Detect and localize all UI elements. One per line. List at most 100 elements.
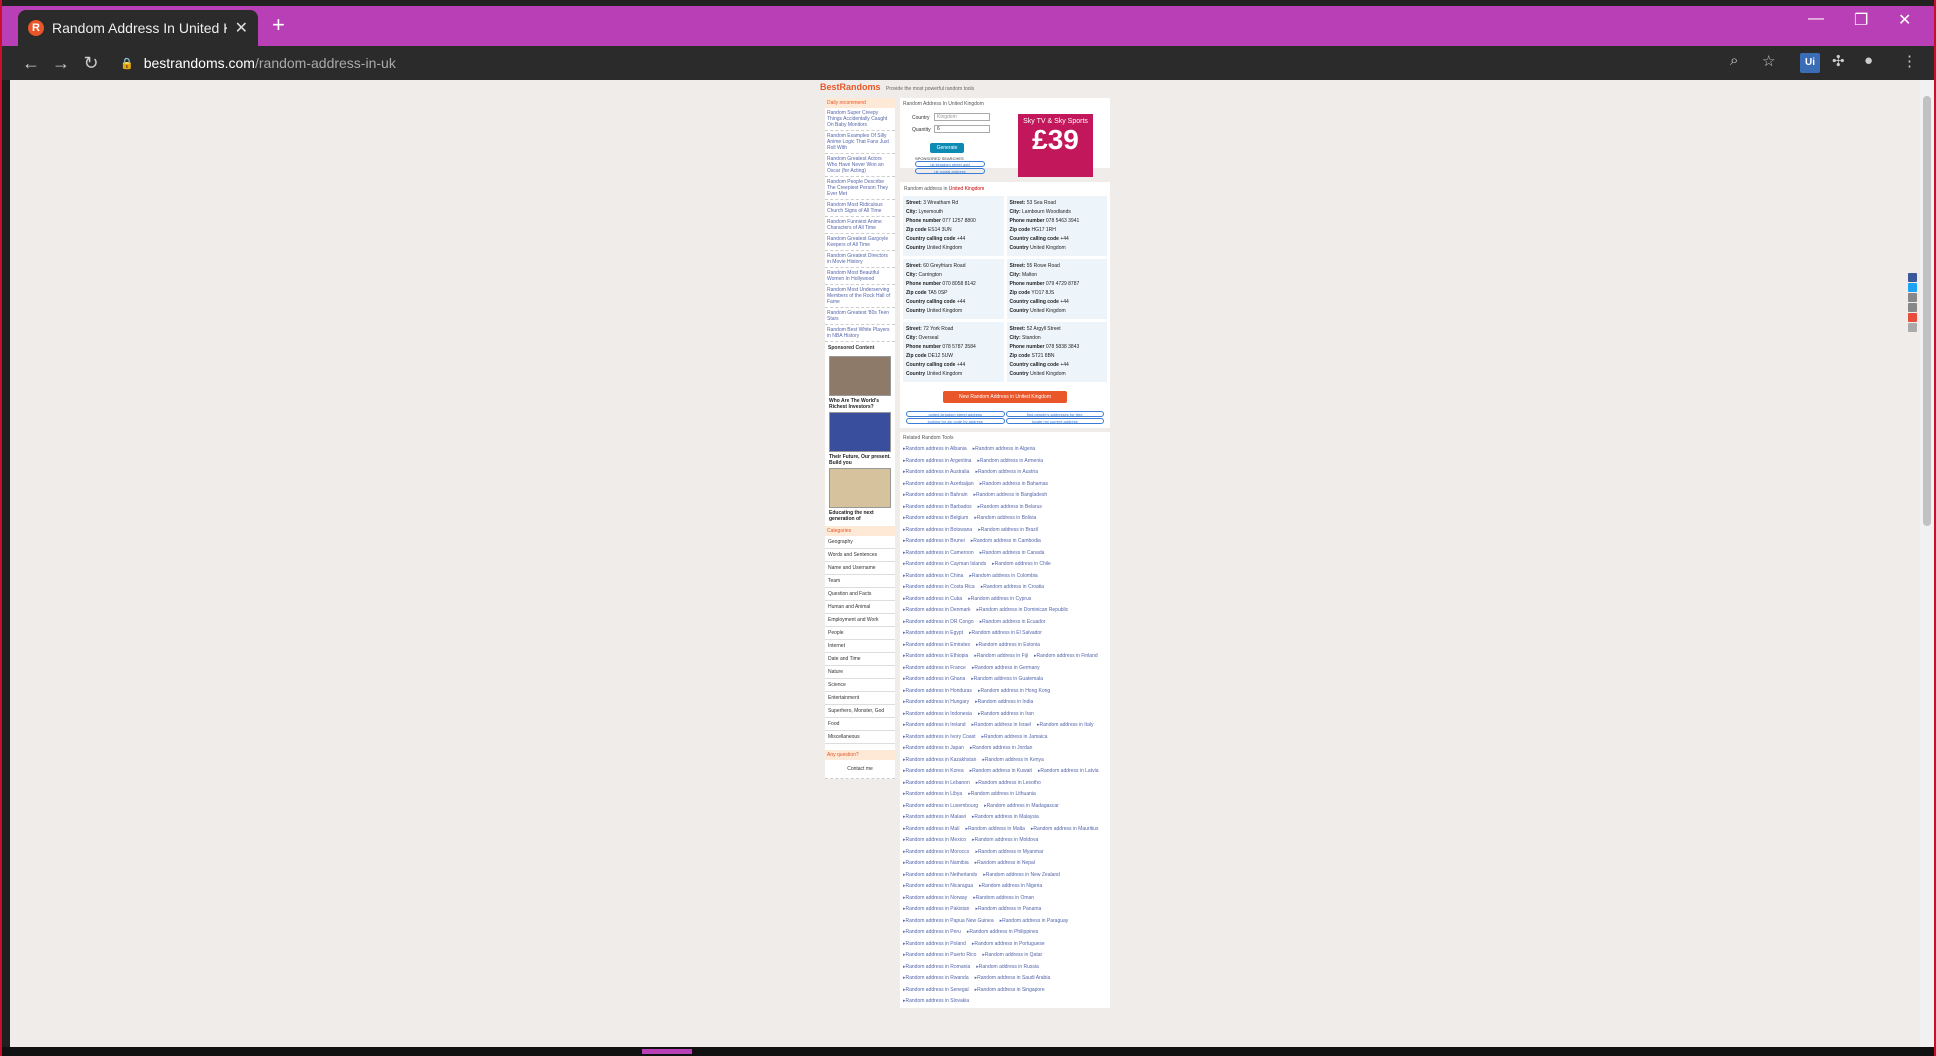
related-link[interactable]: ▸Random address in Moldova — [972, 835, 1038, 847]
related-link[interactable]: ▸Random address in Chile — [992, 559, 1051, 571]
related-link[interactable]: ▸Random address in Bahrain — [903, 490, 968, 502]
related-link[interactable]: ▸Random address in Emirates — [903, 640, 970, 652]
related-link[interactable]: ▸Random address in Nigeria — [979, 881, 1042, 893]
related-link[interactable]: ▸Random address in Egypt — [903, 628, 963, 640]
related-link[interactable]: ▸Random address in Libya — [903, 789, 962, 801]
related-link[interactable]: ▸Random address in Azerbaijan — [903, 479, 974, 491]
related-link[interactable]: ▸Random address in France — [903, 663, 966, 675]
related-link[interactable]: ▸Random address in Bahamas — [980, 479, 1048, 491]
extension-ui-icon[interactable]: Ui — [1800, 53, 1820, 73]
sponsored-image[interactable] — [829, 468, 891, 508]
back-icon[interactable]: ← — [16, 53, 46, 74]
generate-button[interactable]: Generate — [930, 143, 964, 153]
related-link[interactable]: ▸Random address in Germany — [972, 663, 1040, 675]
ad-banner[interactable]: Sky TV & Sky Sports £39 — [1018, 114, 1093, 177]
related-link[interactable]: ▸Random address in Nepal — [975, 858, 1035, 870]
related-link[interactable]: ▸Random address in Kenya — [982, 755, 1043, 767]
related-link[interactable]: ▸Random address in Ivory Coast — [903, 732, 976, 744]
related-link[interactable]: ▸Random address in Algeria — [973, 444, 1036, 456]
close-tab-icon[interactable]: ✕ — [235, 18, 248, 38]
category-item[interactable]: Miscellaneous — [825, 731, 895, 744]
related-link[interactable]: ▸Random address in Cayman Islands — [903, 559, 986, 571]
related-link[interactable]: ▸Random address in Mali — [903, 824, 959, 836]
related-link[interactable]: ▸Random address in Russia — [976, 962, 1039, 974]
related-link[interactable]: ▸Random address in Panama — [975, 904, 1041, 916]
related-link[interactable]: ▸Random address in Fiji — [974, 651, 1028, 663]
related-link[interactable]: ▸Random address in Australia — [903, 467, 969, 479]
related-link[interactable]: ▸Random address in Peru — [903, 927, 961, 939]
related-link[interactable]: ▸Random address in Ghana — [903, 674, 965, 686]
related-link[interactable]: ▸Random address in Mauritius — [1031, 824, 1099, 836]
daily-item[interactable]: Random Funniest Anime Characters of All … — [825, 217, 895, 234]
category-item[interactable]: Name and Username — [825, 562, 895, 575]
daily-item[interactable]: Random Greatest '80s Teen Stars — [825, 308, 895, 325]
related-link[interactable]: ▸Random address in Cuba — [903, 594, 962, 606]
profile-avatar-icon[interactable]: ● — [1864, 52, 1873, 69]
related-link[interactable]: ▸Random address in Hong Kong — [978, 686, 1050, 698]
related-link[interactable]: ▸Random address in Argentina — [903, 456, 971, 468]
search-link[interactable]: uk postal address — [915, 168, 985, 174]
related-link[interactable]: ▸Random address in Portuguese — [972, 939, 1045, 951]
related-link[interactable]: ▸Random address in Slovakia — [903, 996, 969, 1008]
related-link[interactable]: ▸Random address in Belarus — [978, 502, 1042, 514]
related-link[interactable]: ▸Random address in Cyprus — [968, 594, 1031, 606]
related-link[interactable]: ▸Random address in Iran — [978, 709, 1034, 721]
related-link[interactable]: ▸Random address in Qatar — [982, 950, 1042, 962]
related-link[interactable]: ▸Random address in Malta — [965, 824, 1024, 836]
sponsored-image[interactable] — [829, 356, 891, 396]
related-link[interactable]: ▸Random address in Romania — [903, 962, 970, 974]
related-link[interactable]: ▸Random address in Mexico — [903, 835, 966, 847]
daily-item[interactable]: Random Most Beautiful Women In Hollywood — [825, 268, 895, 285]
related-link[interactable]: ▸Random address in Denmark — [903, 605, 971, 617]
share-icon[interactable] — [1908, 293, 1917, 302]
related-link[interactable]: ▸Random address in Croatia — [981, 582, 1044, 594]
related-link[interactable]: ▸Random address in Cambodia — [971, 536, 1041, 548]
new-random-address-button[interactable]: New Random Address in United Kingdom — [943, 391, 1067, 403]
related-link[interactable]: ▸Random address in Senegal — [903, 985, 969, 997]
bookmark-star-icon[interactable]: ☆ — [1762, 52, 1775, 70]
related-link[interactable]: ▸Random address in Poland — [903, 939, 966, 951]
extensions-puzzle-icon[interactable]: ✣ — [1832, 52, 1845, 70]
sponsored-caption[interactable]: Educating the next generation of — [825, 510, 895, 522]
category-item[interactable]: Geography — [825, 536, 895, 549]
related-link[interactable]: ▸Random address in Lesotho — [976, 778, 1041, 790]
category-item[interactable]: Science — [825, 679, 895, 692]
category-item[interactable]: Superhero, Monster, God — [825, 705, 895, 718]
country-select[interactable]: Kingdom — [934, 113, 990, 121]
related-link[interactable]: ▸Random address in Barbados — [903, 502, 972, 514]
related-link[interactable]: ▸Random address in DR Congo — [903, 617, 974, 629]
related-link[interactable]: ▸Random address in El Salvador — [969, 628, 1042, 640]
search-link[interactable]: looking for zip code by address — [906, 418, 1005, 424]
related-link[interactable]: ▸Random address in Namibia — [903, 858, 969, 870]
related-link[interactable]: ▸Random address in Albania — [903, 444, 967, 456]
related-link[interactable]: ▸Random address in Honduras — [903, 686, 972, 698]
page-scrollbar[interactable] — [1920, 80, 1934, 1047]
related-link[interactable]: ▸Random address in Philippines — [967, 927, 1038, 939]
related-link[interactable]: ▸Random address in Paraguay — [1000, 916, 1069, 928]
sponsored-caption[interactable]: Who Are The World's Richest Investors? — [825, 398, 895, 410]
related-link[interactable]: ▸Random address in Cameroon — [903, 548, 974, 560]
pinterest-icon[interactable] — [1908, 313, 1917, 322]
related-link[interactable]: ▸Random address in Canada — [980, 548, 1045, 560]
related-link[interactable]: ▸Random address in Malaysia — [972, 812, 1039, 824]
related-link[interactable]: ▸Random address in Luxembourg — [903, 801, 978, 813]
reload-icon[interactable]: ↻ — [76, 53, 106, 74]
active-tab[interactable]: R Random Address In United Kingdom ✕ — [18, 10, 258, 46]
related-link[interactable]: ▸Random address in Malawi — [903, 812, 966, 824]
window-close-icon[interactable]: ✕ — [1898, 10, 1911, 30]
search-link[interactable]: united kingdom street address — [906, 411, 1005, 417]
related-link[interactable]: ▸Random address in Puerto Rico — [903, 950, 976, 962]
print-icon[interactable] — [1908, 323, 1917, 332]
category-item[interactable]: Human and Animal — [825, 601, 895, 614]
facebook-icon[interactable] — [1908, 273, 1917, 282]
related-link[interactable]: ▸Random address in Kuwait — [970, 766, 1032, 778]
contact-me-link[interactable]: Contact me — [825, 760, 895, 779]
category-item[interactable]: Employment and Work — [825, 614, 895, 627]
related-link[interactable]: ▸Random address in Japan — [903, 743, 964, 755]
related-link[interactable]: ▸Random address in Belgium — [903, 513, 968, 525]
related-link[interactable]: ▸Random address in Oman — [973, 893, 1034, 905]
category-item[interactable]: Internet — [825, 640, 895, 653]
related-link[interactable]: ▸Random address in Armenia — [977, 456, 1043, 468]
related-link[interactable]: ▸Random address in Saudi Arabia — [975, 973, 1051, 985]
daily-item[interactable]: Random People Describe The Creepiest Per… — [825, 177, 895, 200]
